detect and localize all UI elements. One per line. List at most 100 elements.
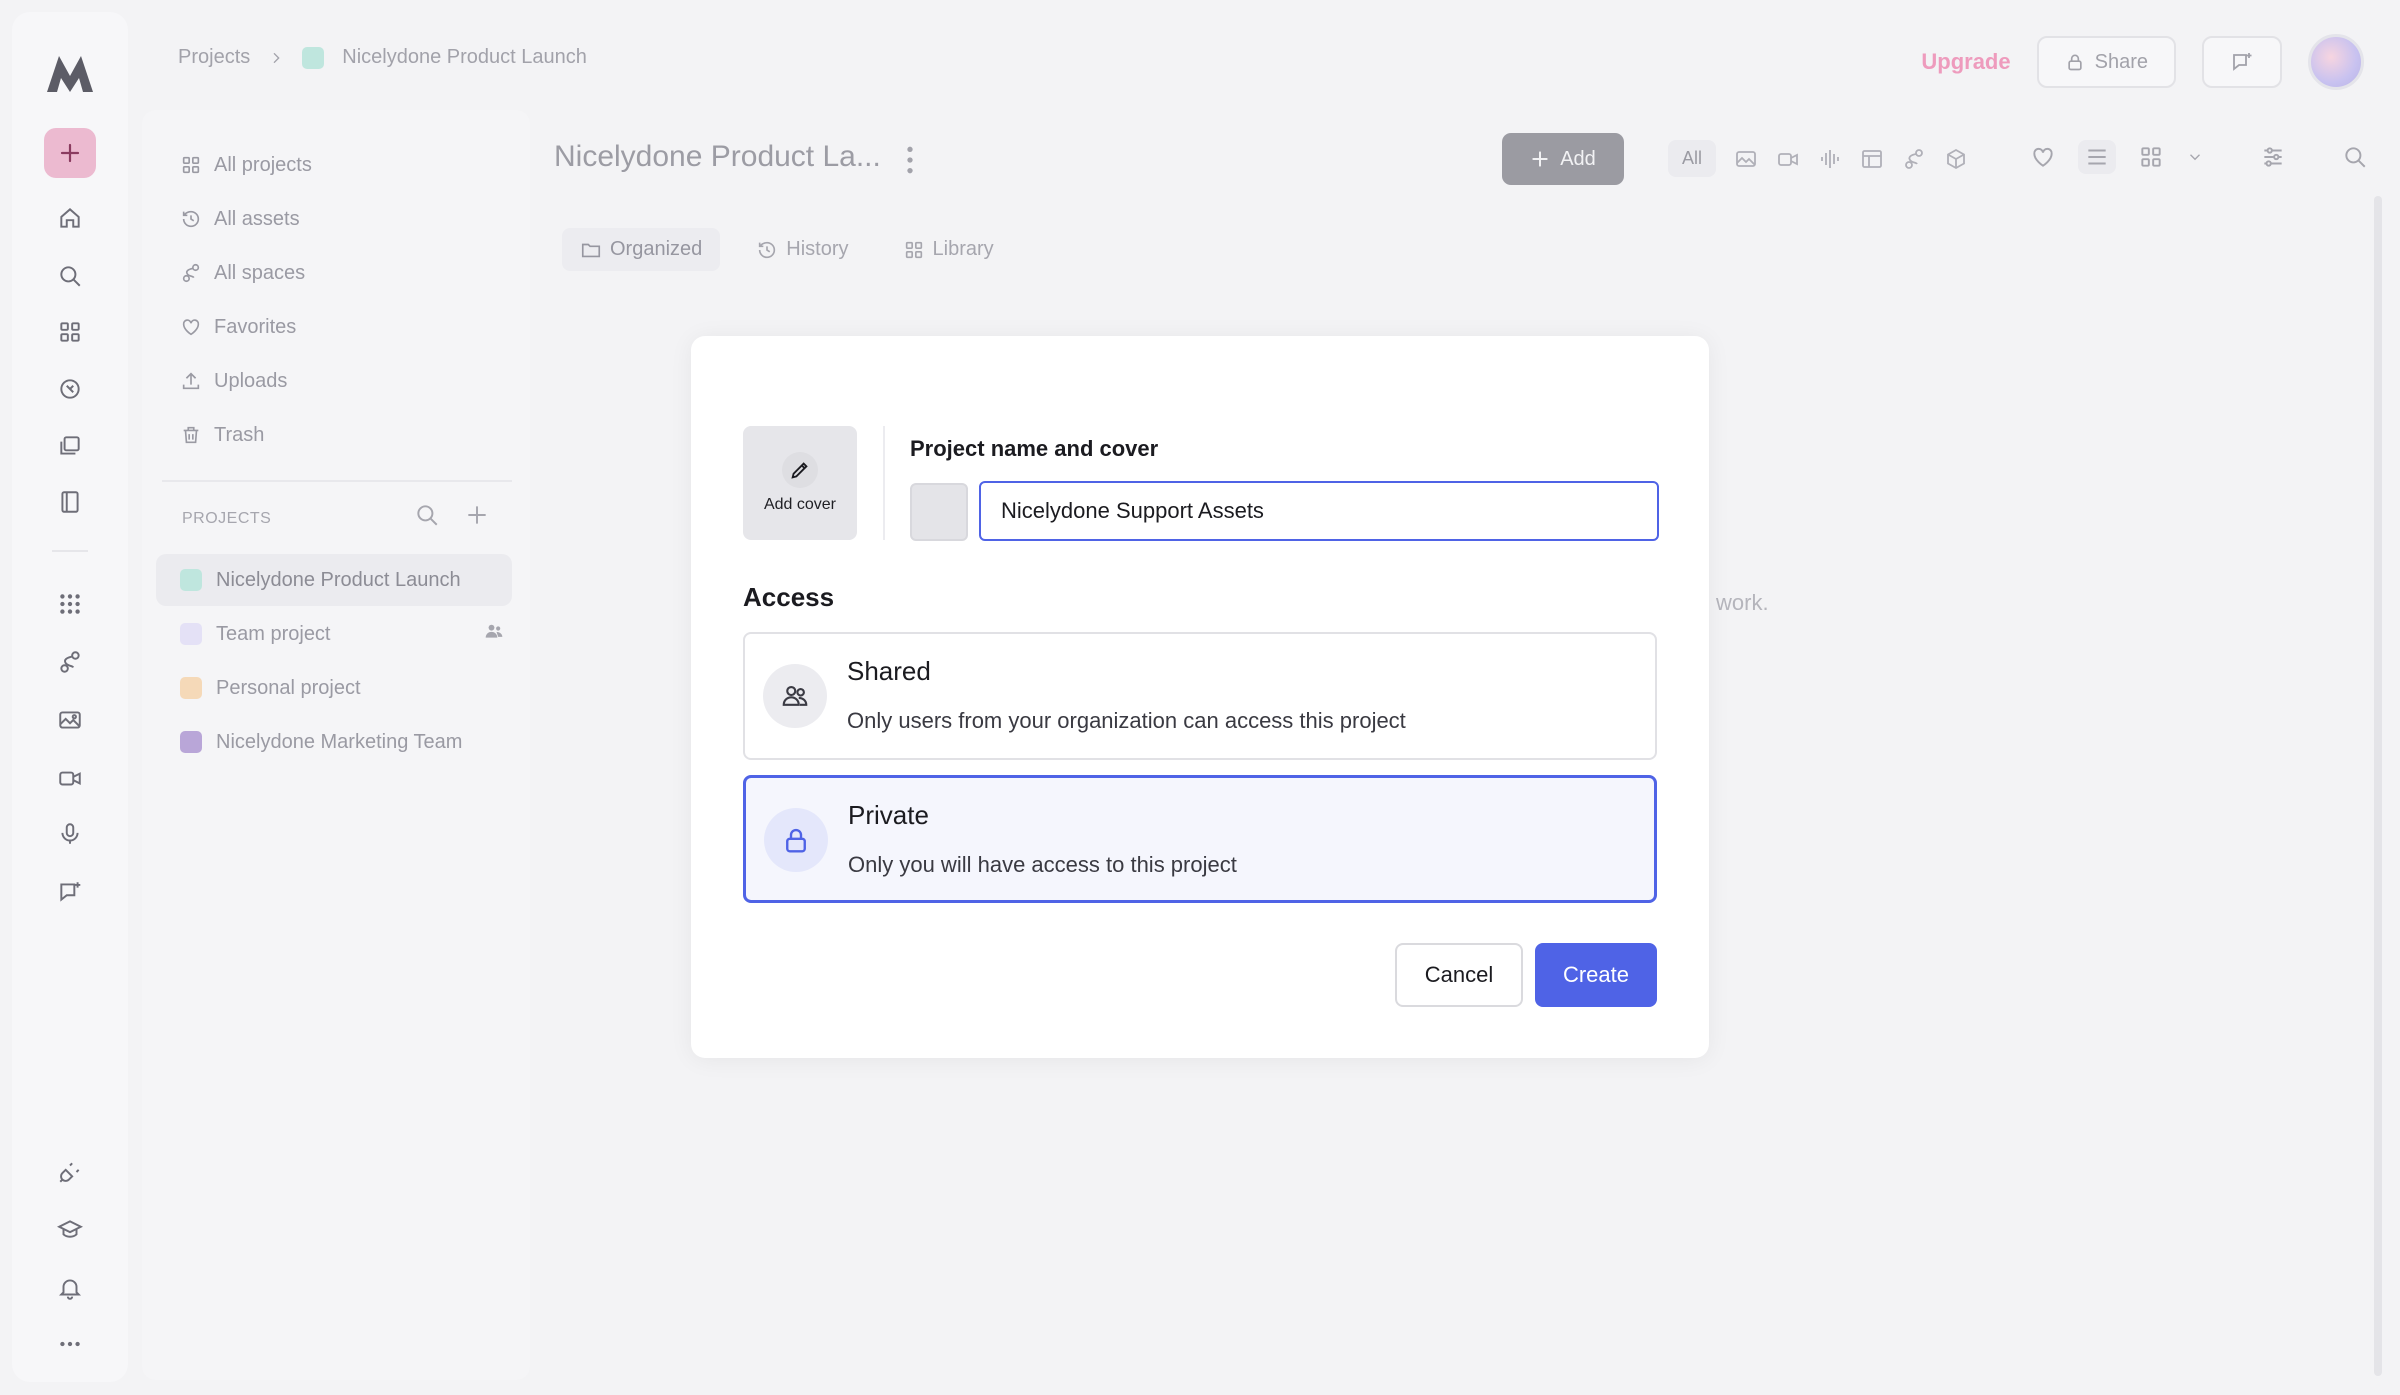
scrollbar[interactable] — [2374, 196, 2382, 1376]
project-item[interactable]: Nicelydone Marketing Team — [156, 716, 512, 768]
plus-icon[interactable] — [464, 502, 490, 528]
project-label: Team project — [216, 622, 331, 645]
tab-history[interactable]: History — [738, 228, 866, 271]
sidebar-item-all-assets[interactable]: All assets — [180, 199, 300, 239]
chevron-right-icon — [273, 52, 280, 63]
cancel-button[interactable]: Cancel — [1395, 943, 1523, 1007]
avatar[interactable] — [2308, 34, 2364, 90]
board-icon[interactable] — [1860, 147, 1884, 171]
sidebar-item-favorites[interactable]: Favorites — [180, 307, 296, 347]
add-button[interactable]: Add — [1502, 133, 1624, 185]
lock-icon — [2067, 54, 2082, 71]
sidebar-item-trash[interactable]: Trash — [180, 415, 264, 455]
projects-icon[interactable] — [50, 312, 90, 352]
project-label: Nicelydone Marketing Team — [216, 730, 463, 753]
image-icon[interactable] — [1734, 147, 1758, 171]
plug-icon[interactable] — [50, 1152, 90, 1192]
cover-divider — [883, 426, 885, 540]
feedback-icon[interactable] — [50, 872, 90, 912]
sidebar-item-label: Trash — [214, 423, 265, 446]
sidebar-item-label: All assets — [214, 207, 300, 230]
heart-icon — [182, 319, 200, 336]
chevron-down-icon[interactable] — [2186, 148, 2204, 166]
sidebar-item-all-projects[interactable]: All projects — [180, 145, 312, 185]
apps-icon[interactable] — [50, 584, 90, 624]
sidebar-item-label: Uploads — [214, 369, 288, 392]
breadcrumb-root[interactable]: Projects — [178, 46, 250, 69]
home-icon[interactable] — [50, 198, 90, 238]
access-option-private[interactable]: Private Only you will have access to thi… — [743, 775, 1657, 903]
rail-divider — [52, 550, 88, 552]
library-icon[interactable] — [50, 426, 90, 466]
share-label: Share — [2094, 50, 2148, 73]
add-cover-label: Add cover — [763, 496, 837, 513]
sidebar-divider — [162, 480, 512, 482]
sidebar-item-label: Favorites — [214, 315, 297, 338]
add-cover-button[interactable]: Add cover — [743, 426, 857, 540]
tab-library[interactable]: Library — [885, 228, 1012, 271]
sidebar-item-label: All projects — [214, 153, 312, 176]
share-button[interactable]: Share — [2036, 36, 2176, 88]
project-item[interactable]: Team project — [156, 608, 512, 660]
project-name-label: Project name and cover — [910, 436, 1159, 461]
more-options-icon[interactable] — [902, 144, 918, 181]
team-icon — [763, 664, 827, 728]
project-label: Personal project — [216, 676, 361, 699]
upload-icon — [182, 372, 200, 390]
project-name-input[interactable] — [979, 481, 1659, 541]
video-icon[interactable] — [50, 758, 90, 798]
video-icon[interactable] — [1776, 147, 1800, 171]
filter-settings-icon[interactable] — [2260, 144, 2286, 170]
search-icon[interactable] — [50, 256, 90, 296]
audio-icon[interactable] — [1818, 147, 1842, 171]
grid-view-icon[interactable] — [2138, 144, 2164, 170]
history-icon[interactable] — [50, 369, 90, 409]
create-button[interactable]: Create — [1535, 943, 1657, 1007]
learn-icon[interactable] — [50, 1210, 90, 1250]
bell-icon[interactable] — [50, 1268, 90, 1308]
microphone-icon[interactable] — [50, 814, 90, 854]
project-color-swatch — [180, 731, 202, 753]
search-icon[interactable] — [2342, 144, 2368, 170]
grid-icon — [905, 241, 922, 258]
option-description: Only you will have access to this projec… — [848, 852, 1237, 877]
feedback-icon — [2233, 53, 2252, 71]
breadcrumb-current[interactable]: Nicelydone Product Launch — [342, 46, 587, 69]
view-toggle — [2078, 140, 2116, 174]
spaces-icon[interactable] — [1902, 147, 1926, 171]
heart-icon[interactable] — [2030, 144, 2056, 170]
project-color-swatch — [180, 623, 202, 645]
history-icon — [182, 210, 200, 228]
sidebar-item-label: All spaces — [214, 261, 306, 284]
logo-icon[interactable] — [42, 46, 98, 102]
project-label: Nicelydone Product Launch — [216, 568, 461, 591]
project-color-picker[interactable] — [910, 483, 968, 541]
project-color-swatch — [180, 569, 202, 591]
spaces-icon — [182, 263, 200, 283]
project-color-swatch — [302, 46, 325, 69]
plus-icon — [60, 143, 80, 163]
tab-label: Library — [932, 238, 994, 260]
filter-all[interactable]: All — [1668, 140, 1717, 177]
tab-label: History — [786, 238, 849, 260]
projects-header-actions — [414, 502, 490, 528]
spaces-icon[interactable] — [50, 642, 90, 682]
project-item[interactable]: Nicelydone Product Launch — [156, 554, 512, 606]
upgrade-link[interactable]: Upgrade — [1921, 49, 2010, 75]
book-icon[interactable] — [50, 482, 90, 522]
tab-organized[interactable]: Organized — [562, 228, 721, 271]
search-icon[interactable] — [414, 502, 440, 528]
feedback-button[interactable] — [2202, 36, 2282, 88]
asset-type-filter: All — [1668, 140, 1968, 177]
image-icon[interactable] — [50, 700, 90, 740]
more-icon[interactable] — [50, 1324, 90, 1364]
cube-icon[interactable] — [1944, 147, 1968, 171]
access-label: Access — [743, 582, 835, 612]
access-option-shared[interactable]: Shared Only users from your organization… — [743, 632, 1657, 760]
lock-icon — [764, 808, 828, 872]
project-item[interactable]: Personal project — [156, 662, 512, 714]
list-view-icon[interactable] — [2084, 144, 2110, 170]
new-button[interactable] — [44, 128, 96, 178]
sidebar-item-uploads[interactable]: Uploads — [180, 361, 287, 401]
sidebar-item-all-spaces[interactable]: All spaces — [180, 253, 305, 293]
